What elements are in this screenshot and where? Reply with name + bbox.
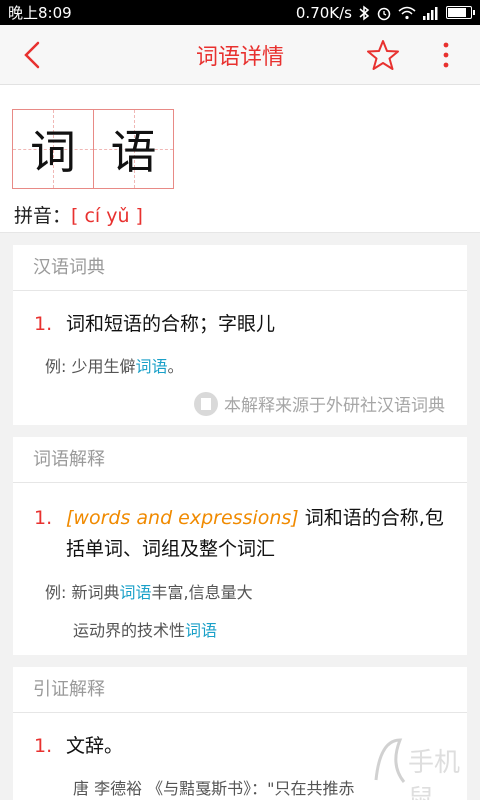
definition-number: 1. xyxy=(34,313,53,335)
source-text: 本解释来源于外研社汉语词典 xyxy=(224,396,445,416)
pinyin-line: 拼音：[ cí yǔ ] xyxy=(14,201,143,228)
wifi-icon xyxy=(398,6,416,19)
definition-text-line2: 括单词、词组及整个词汇 xyxy=(66,538,276,560)
definition-english: [words and expressions] xyxy=(66,507,299,529)
definition-continued: 括单词、词组及整个词汇 xyxy=(66,534,275,565)
section-header: 词语解释 xyxy=(13,437,467,483)
definition: 1. [words and expressions] 词和语的合称,包 xyxy=(34,503,454,534)
book-icon xyxy=(194,391,218,416)
example-highlight[interactable]: 词语 xyxy=(185,621,217,640)
word-header: 词 语 拼音：[ cí yǔ ] xyxy=(0,85,480,233)
definition: 1. 词和短语的合称；字眼儿 xyxy=(34,309,275,340)
signal-icon xyxy=(423,6,438,20)
network-speed: 0.70K/s xyxy=(295,3,352,22)
star-icon[interactable] xyxy=(366,38,400,72)
example-highlight[interactable]: 词语 xyxy=(119,583,151,602)
pinyin-value: [ cí yǔ ] xyxy=(71,205,143,227)
section-header: 引证解释 xyxy=(13,667,467,713)
character: 语 xyxy=(110,125,157,179)
back-arrow-icon[interactable] xyxy=(18,39,48,71)
definition: 1. 文辞。 xyxy=(34,731,123,762)
watermark-logo: 手机鼠 xyxy=(370,720,480,800)
character-cell: 词 xyxy=(13,110,93,188)
example: 例: 新词典词语丰富,信息量大 xyxy=(45,583,253,602)
jieshi-card: 词语解释 1. [words and expressions] 词和语的合称,包 … xyxy=(13,437,467,655)
more-menu-icon[interactable] xyxy=(436,39,456,71)
character-grid: 词 语 xyxy=(12,109,174,189)
watermark-text: 手机鼠 xyxy=(408,748,461,800)
definition-text: 词和短语的合称；字眼儿 xyxy=(66,313,276,335)
example: 例: 少用生僻词语。 xyxy=(45,357,184,376)
definition-text-line1: 词和语的合称,包 xyxy=(304,507,444,529)
battery-icon xyxy=(446,6,475,19)
bluetooth-icon xyxy=(359,5,370,20)
character: 词 xyxy=(30,125,76,179)
definition-text: 文辞。 xyxy=(66,735,124,757)
alarm-icon xyxy=(377,7,391,20)
status-bar: 晚上8:09 0.70K/s xyxy=(0,0,480,25)
page-title: 词语详情 xyxy=(195,44,284,70)
hanyu-card: 汉语词典 1. 词和短语的合称；字眼儿 例: 少用生僻词语。 本解释来源于外研社汉… xyxy=(13,245,467,425)
status-time: 晚上8:09 xyxy=(8,4,72,22)
definition-number: 1. xyxy=(34,507,53,529)
example-highlight[interactable]: 词语 xyxy=(135,357,167,376)
app-bar: 词语详情 xyxy=(0,25,480,85)
character-cell: 语 xyxy=(93,110,173,188)
example: 运动界的技术性词语 xyxy=(73,621,218,640)
definition-number: 1. xyxy=(34,735,53,757)
pinyin-label: 拼音： xyxy=(14,205,72,227)
section-header: 汉语词典 xyxy=(13,245,467,291)
source-note: 本解释来源于外研社汉语词典 xyxy=(194,391,445,416)
